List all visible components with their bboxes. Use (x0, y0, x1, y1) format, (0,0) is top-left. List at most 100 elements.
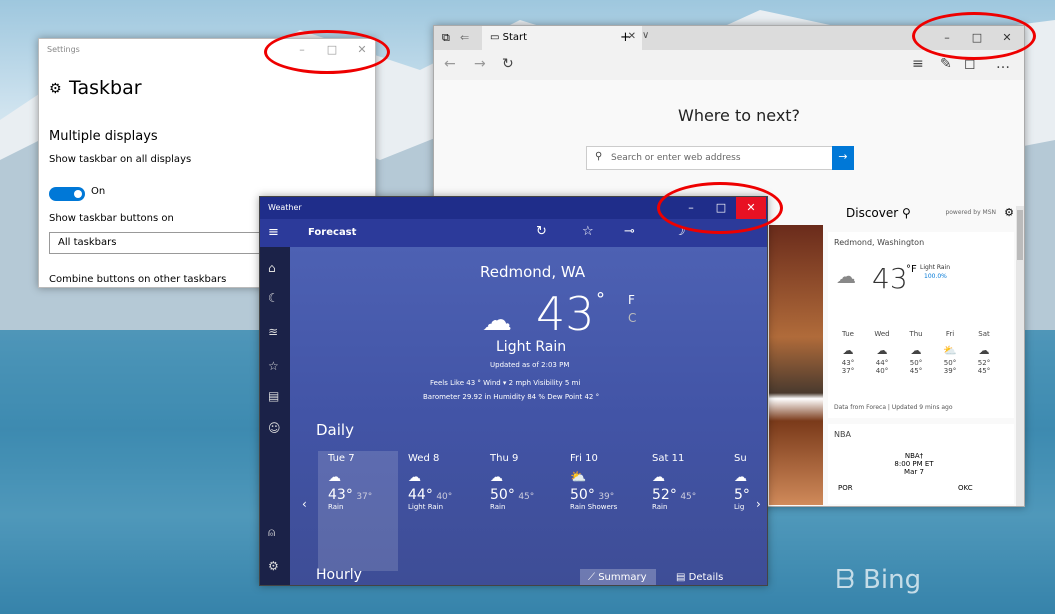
nba-card[interactable]: NBA NBA† 8:00 PM ET Mar 7 POR OKC (828, 424, 1014, 504)
hamburger-icon[interactable]: ≡ (268, 225, 279, 240)
more-icon[interactable]: … (996, 56, 1010, 72)
forecast-tab[interactable]: Forecast (308, 227, 356, 238)
favorite-star-icon[interactable]: ☆ (582, 224, 594, 239)
card-forecast-day: Wed ☁ 44° 40° (870, 330, 894, 375)
details-icon: ▤ (676, 572, 689, 583)
back-arrow-icon[interactable]: ← (444, 56, 456, 72)
rain-icon: ☁ (910, 344, 922, 357)
sun-shower-icon: ⛅ (570, 470, 587, 485)
city-name: Redmond, WA (480, 263, 586, 281)
current-temp: 43 (536, 287, 595, 341)
toggle-state-label: On (91, 186, 106, 197)
fahrenheit-toggle[interactable]: F (628, 293, 635, 307)
news-image-strip[interactable] (769, 225, 823, 505)
gear-icon: ⚙ (49, 81, 62, 97)
rain-icon: ☁ (842, 344, 854, 357)
rain-icon: ☁ (490, 470, 503, 485)
weather-main: Redmond, WA ☁ 43 ° F C Light Rain Update… (290, 247, 767, 585)
nba-game-info: NBA† 8:00 PM ET Mar 7 (894, 452, 934, 476)
rain-icon: ☁ (734, 470, 747, 485)
hub-icon[interactable]: ≡ (912, 56, 924, 72)
daily-forecast-item[interactable]: Fri 10 ⛅ 50° 39° Rain Showers (570, 453, 630, 511)
search-icon: ⚲ (595, 151, 603, 162)
weather-card-unit: °F (906, 264, 917, 275)
weather-details-row1: Feels Like 43 ° Wind ▾ 2 mph Visibility … (430, 379, 581, 387)
section-heading: Multiple displays (49, 129, 158, 144)
summary-button[interactable]: ⟋ Summary (580, 569, 656, 585)
show-taskbar-toggle[interactable] (49, 187, 85, 201)
refresh-icon[interactable]: ↻ (536, 224, 547, 239)
celsius-toggle[interactable]: C (628, 311, 636, 325)
rain-icon: ☁ (328, 470, 341, 485)
weather-card-temp: 43 (872, 262, 908, 295)
team1-label: POR (838, 484, 853, 492)
weather-card-location: Redmond, Washington (834, 238, 925, 247)
daily-forecast-item[interactable]: Tue 7 ☁ 43° 37° Rain (328, 453, 388, 511)
card-forecast-day: Tue ☁ 43° 37° (836, 330, 860, 375)
degree-symbol: ° (596, 289, 605, 310)
chart-icon: ⟋ (588, 572, 599, 583)
set-aside-tabs-icon[interactable]: ⇐ (460, 31, 469, 44)
forward-arrow-icon[interactable]: → (474, 56, 486, 72)
updated-time: Updated as of 2:03 PM (490, 361, 570, 369)
news-icon[interactable]: ▤ (268, 389, 279, 403)
pin-icon[interactable]: ⊸ (624, 224, 635, 239)
daily-heading: Daily (316, 421, 354, 439)
smiley-icon[interactable]: ☺ (268, 421, 281, 435)
historical-icon[interactable]: ≊ (268, 325, 278, 339)
combine-buttons-label: Combine buttons on other taskbars (49, 274, 227, 285)
weather-card[interactable]: Redmond, Washington ☁ 43 °F Light Rain 1… (828, 232, 1014, 418)
rain-cloud-icon: ☁ (482, 303, 512, 338)
rain-icon: ☁ (876, 344, 888, 357)
team2-label: OKC (958, 484, 973, 492)
tab-preview-icon[interactable]: ⧉ (442, 31, 450, 45)
details-button[interactable]: ▤ Details (668, 569, 744, 585)
daily-forecast-item[interactable]: Sat 11 ☁ 52° 45° Rain (652, 453, 712, 511)
weather-window: Weather – □ ✕ ≡ Forecast ↻ ☆ ⊸ ☽ ⌂ ☾ ≊ ☆… (259, 196, 768, 586)
card-forecast-day: Sat ☁ 52° 45° (972, 330, 996, 375)
tab-list-chevron-icon[interactable]: ∨ (642, 30, 649, 41)
card-forecast-day: Thu ☁ 50° 45° (904, 330, 928, 375)
annotation-ellipse-settings (264, 30, 390, 74)
gear-icon[interactable]: ⚙ (1004, 206, 1014, 219)
home-icon[interactable]: ⌂ (268, 261, 276, 275)
daily-forecast-item[interactable]: Thu 9 ☁ 50° 45° Rain (490, 453, 550, 511)
new-tab-button[interactable]: + (620, 30, 631, 45)
maps-icon[interactable]: ☾ (268, 291, 279, 305)
start-headline: Where to next? (678, 106, 801, 125)
tab-page-icon: ▭ (490, 32, 503, 43)
weather-card-condition: Light Rain (920, 264, 951, 271)
card-forecast-day: Fri ⛅ 50° 39° (938, 330, 962, 375)
annotation-ellipse-weather (657, 182, 783, 234)
weather-details-row2: Barometer 29.92 in Humidity 84 % Dew Poi… (423, 393, 600, 401)
current-condition: Light Rain (496, 339, 567, 355)
daily-forecast-item[interactable]: Su ☁ 5° Lig (734, 453, 764, 511)
rain-icon: ☁ (978, 344, 990, 357)
show-taskbar-label: Show taskbar on all displays (49, 154, 192, 165)
places-icon[interactable]: ☆ (268, 359, 279, 373)
search-input[interactable]: ⚲ Search or enter web address → (586, 146, 854, 170)
account-icon[interactable]: ⍝ (268, 525, 275, 540)
refresh-icon[interactable]: ↻ (502, 56, 514, 72)
prev-arrow-icon[interactable]: ‹ (302, 497, 307, 511)
rain-icon: ☁ (408, 470, 421, 485)
tab-start[interactable]: ▭ Start ✕ (482, 26, 642, 50)
web-note-icon[interactable]: ✎ (940, 56, 952, 72)
powered-by-label: powered by MSN (945, 209, 996, 216)
weather-card-footer: Data from Foreca | Updated 9 mins ago (834, 404, 953, 411)
bing-logo: ᗷ Bing (836, 565, 922, 595)
go-arrow-icon[interactable]: → (832, 146, 854, 170)
daily-forecast-item[interactable]: Wed 8 ☁ 44° 40° Light Rain (408, 453, 468, 511)
hourly-heading: Hourly (316, 567, 362, 583)
nba-title: NBA (834, 430, 851, 439)
rain-cloud-icon: ☁ (836, 264, 856, 288)
rain-icon: ☁ (652, 470, 665, 485)
annotation-ellipse-edge (912, 12, 1036, 60)
discover-panel: Discover ⚲ powered by MSN ⚙ Redmond, Washi… (824, 206, 1018, 506)
search-icon[interactable]: ⚲ (902, 206, 911, 220)
weather-card-precip: 100.0% (924, 273, 947, 280)
settings-icon[interactable]: ⚙ (268, 559, 279, 573)
taskbar-buttons-label: Show taskbar buttons on (49, 213, 174, 224)
discover-header: Discover ⚲ powered by MSN ⚙ (846, 206, 1014, 220)
scrollbar[interactable] (1016, 206, 1024, 506)
